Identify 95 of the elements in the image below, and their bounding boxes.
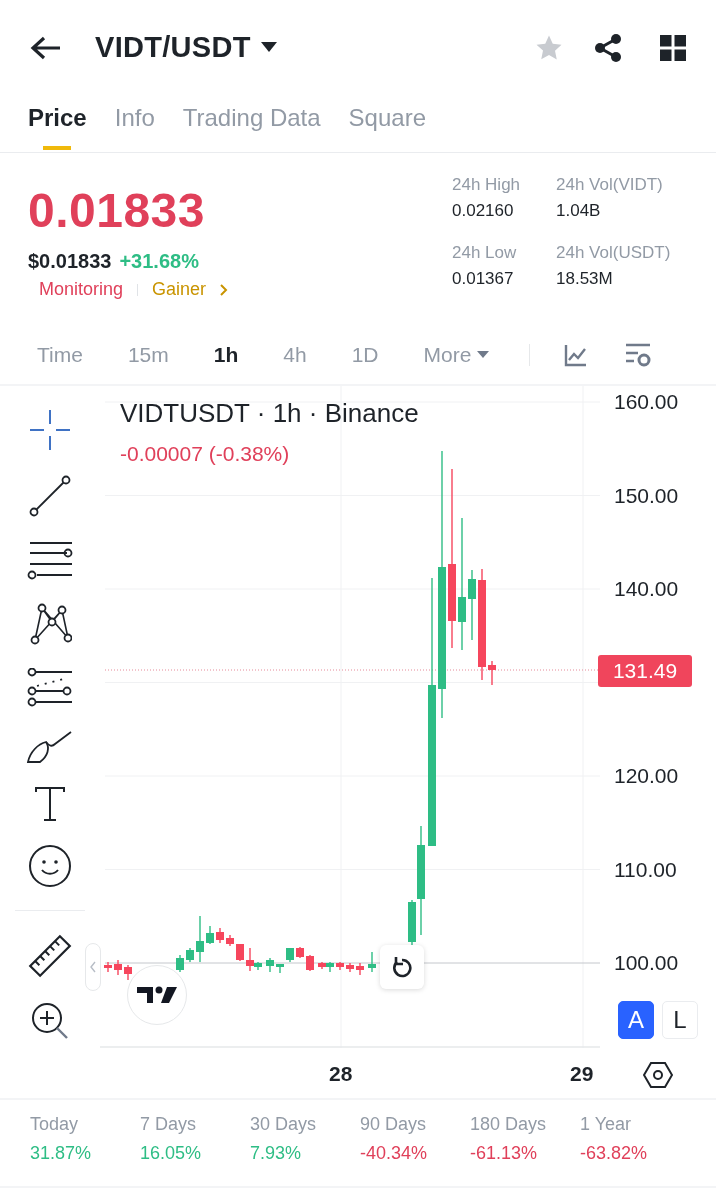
candle: [236, 943, 244, 962]
period-label: 90 Days: [360, 1114, 428, 1135]
candle: [104, 961, 112, 973]
candle: [226, 934, 234, 947]
collapse-handle[interactable]: [85, 943, 101, 991]
caret-icon: [477, 350, 490, 359]
period-change: -40.34%: [360, 1143, 429, 1164]
candle: [206, 925, 214, 945]
interval-tab[interactable]: More: [423, 342, 490, 367]
candle: [216, 927, 224, 944]
candle: [276, 963, 284, 974]
axis-label: 29: [570, 1062, 594, 1086]
grid-icon[interactable]: [660, 34, 686, 61]
parallel-lines-icon[interactable]: [27, 540, 73, 580]
candle: [336, 961, 344, 971]
period-label: 1 Year: [580, 1114, 633, 1135]
tab[interactable]: Price: [28, 95, 87, 152]
chevron-icon[interactable]: [220, 283, 229, 296]
chevron-left-icon: [90, 961, 96, 973]
stat-value: 0.02160: [452, 201, 515, 221]
axis-label: 140.00: [614, 577, 679, 601]
crosshair-icon[interactable]: [28, 408, 72, 452]
back-icon[interactable]: [30, 34, 62, 61]
tag-label[interactable]: Gainer: [152, 279, 207, 300]
candle: [356, 962, 364, 976]
tab[interactable]: Info: [114, 95, 155, 152]
tab[interactable]: Square: [348, 95, 426, 152]
period-change: 16.05%: [140, 1143, 203, 1164]
logo-badge[interactable]: [127, 965, 187, 1025]
candle: [468, 569, 476, 641]
text-tool-icon[interactable]: [34, 786, 66, 822]
candle: [114, 959, 122, 976]
logo-icon: [137, 985, 177, 1005]
candle: [266, 957, 274, 973]
brush-icon[interactable]: [26, 730, 74, 764]
candle: [488, 660, 496, 686]
candle: [306, 954, 314, 972]
stat-label: 24h Vol(USDT): [556, 243, 672, 263]
chart-indicator-icon[interactable]: [564, 342, 589, 367]
candle: [296, 946, 304, 959]
usd-price: $0.01833: [28, 250, 112, 273]
tag-label[interactable]: Monitoring: [39, 279, 124, 300]
axis-label: 120.00: [614, 764, 679, 788]
stat-label: 24h High: [452, 175, 522, 195]
interval-tab[interactable]: 1h: [213, 342, 239, 367]
share-icon[interactable]: [594, 32, 622, 63]
zoom-in-icon[interactable]: [30, 1001, 70, 1041]
period-change: 31.87%: [30, 1143, 93, 1164]
last-price: 0.01833: [28, 183, 206, 238]
caret-icon[interactable]: [260, 41, 277, 54]
period-label: 180 Days: [470, 1114, 548, 1135]
stat-value: 18.53M: [556, 269, 614, 289]
interval-tab[interactable]: 15m: [127, 342, 169, 367]
period-change: -61.13%: [470, 1143, 539, 1164]
pattern-icon[interactable]: [28, 602, 72, 646]
smiley-icon[interactable]: [28, 844, 72, 888]
candle: [176, 954, 184, 973]
trend-line-icon[interactable]: [28, 474, 72, 518]
interval-tab[interactable]: 4h: [283, 342, 307, 367]
period-change: -63.82%: [580, 1143, 649, 1164]
tab[interactable]: Trading Data: [182, 95, 321, 152]
scale-mode-button[interactable]: A: [618, 1001, 654, 1039]
axis-label: 150.00: [614, 483, 679, 508]
interval-tab[interactable]: 1D: [351, 342, 379, 367]
stat-value: 1.04B: [556, 201, 602, 221]
period-label: 7 Days: [140, 1114, 198, 1135]
price-change: +31.68%: [119, 250, 199, 273]
ruler-icon[interactable]: [27, 933, 73, 979]
reset-button[interactable]: [380, 945, 424, 989]
price-tag: 131.49: [598, 655, 692, 687]
axis-label: 160.00: [614, 390, 679, 414]
candle: [286, 947, 294, 963]
interval-tab[interactable]: Time: [37, 342, 83, 367]
candle: [124, 964, 132, 981]
stat-value: 0.01367: [452, 269, 515, 289]
pair-title[interactable]: VIDT/USDT: [95, 31, 251, 64]
period-label: Today: [30, 1114, 80, 1135]
axis-label: 28: [329, 1062, 353, 1086]
stat-label: 24h Low: [452, 243, 518, 263]
candle: [346, 962, 354, 973]
candle: [368, 951, 376, 973]
period-change: 7.93%: [250, 1143, 303, 1164]
chart-title: VIDTUSDT · 1h · Binance: [120, 398, 419, 429]
period-label: 30 Days: [250, 1114, 318, 1135]
reset-icon: [391, 956, 413, 978]
chart-settings-icon[interactable]: [624, 341, 653, 368]
stat-label: 24h Vol(VIDT): [556, 175, 664, 195]
fib-lines-icon[interactable]: [27, 668, 73, 708]
chart-change: -0.00007 (-0.38%): [120, 442, 290, 466]
axis-label: 110.00: [614, 857, 677, 882]
candle: [196, 915, 204, 963]
axis-label: 100.00: [614, 951, 679, 975]
scale-mode-button[interactable]: L: [662, 1001, 698, 1039]
candle: [186, 947, 194, 963]
settings-icon[interactable]: [643, 1061, 673, 1089]
